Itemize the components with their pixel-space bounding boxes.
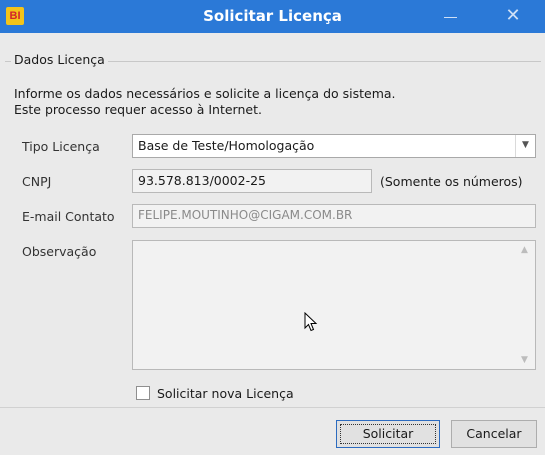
intro-text-line1: Informe os dados necessários e solicite … (14, 86, 396, 101)
email-field[interactable]: FELIPE.MOUTINHO@CIGAM.COM.BR (132, 204, 536, 228)
tipo-licenca-value: Base de Teste/Homologação (138, 138, 315, 153)
email-value: FELIPE.MOUTINHO@CIGAM.COM.BR (138, 208, 353, 222)
group-legend: Dados Licença (11, 52, 108, 67)
scroll-down-icon[interactable]: ▼ (521, 355, 528, 365)
dropdown-button[interactable]: ▼ (515, 135, 535, 157)
mouse-pointer-icon (304, 312, 318, 332)
checkbox-label: Solicitar nova Licença (157, 386, 294, 401)
cnpj-hint: (Somente os números) (380, 174, 523, 189)
solicitar-nova-licenca-checkbox[interactable] (136, 386, 150, 400)
observacao-memo[interactable]: ▲ ▼ (132, 240, 536, 370)
cancelar-button[interactable]: Cancelar (451, 420, 537, 448)
minimize-icon[interactable] (436, 6, 466, 28)
cnpj-label: CNPJ (22, 174, 52, 189)
dialog-body: Dados Licença Informe os dados necessári… (0, 33, 545, 455)
footer-divider (0, 407, 545, 408)
scroll-up-icon[interactable]: ▲ (521, 245, 528, 255)
intro-text-line2: Este processo requer acesso à Internet. (14, 102, 262, 117)
tipo-licenca-label: Tipo Licença (22, 139, 100, 154)
solicitar-button[interactable]: Solicitar (336, 420, 440, 448)
memo-scrollbar[interactable]: ▲ ▼ (517, 241, 535, 369)
observacao-label: Observação (22, 244, 97, 259)
cnpj-field[interactable]: 93.578.813/0002-25 (132, 169, 372, 193)
cnpj-value: 93.578.813/0002-25 (138, 173, 267, 188)
title-bar: BI Solicitar Licença ✕ (0, 0, 545, 33)
tipo-licenca-select[interactable]: Base de Teste/Homologação ▼ (132, 134, 536, 158)
email-label: E-mail Contato (22, 209, 115, 224)
chevron-down-icon: ▼ (522, 140, 529, 150)
close-icon[interactable]: ✕ (498, 4, 528, 28)
